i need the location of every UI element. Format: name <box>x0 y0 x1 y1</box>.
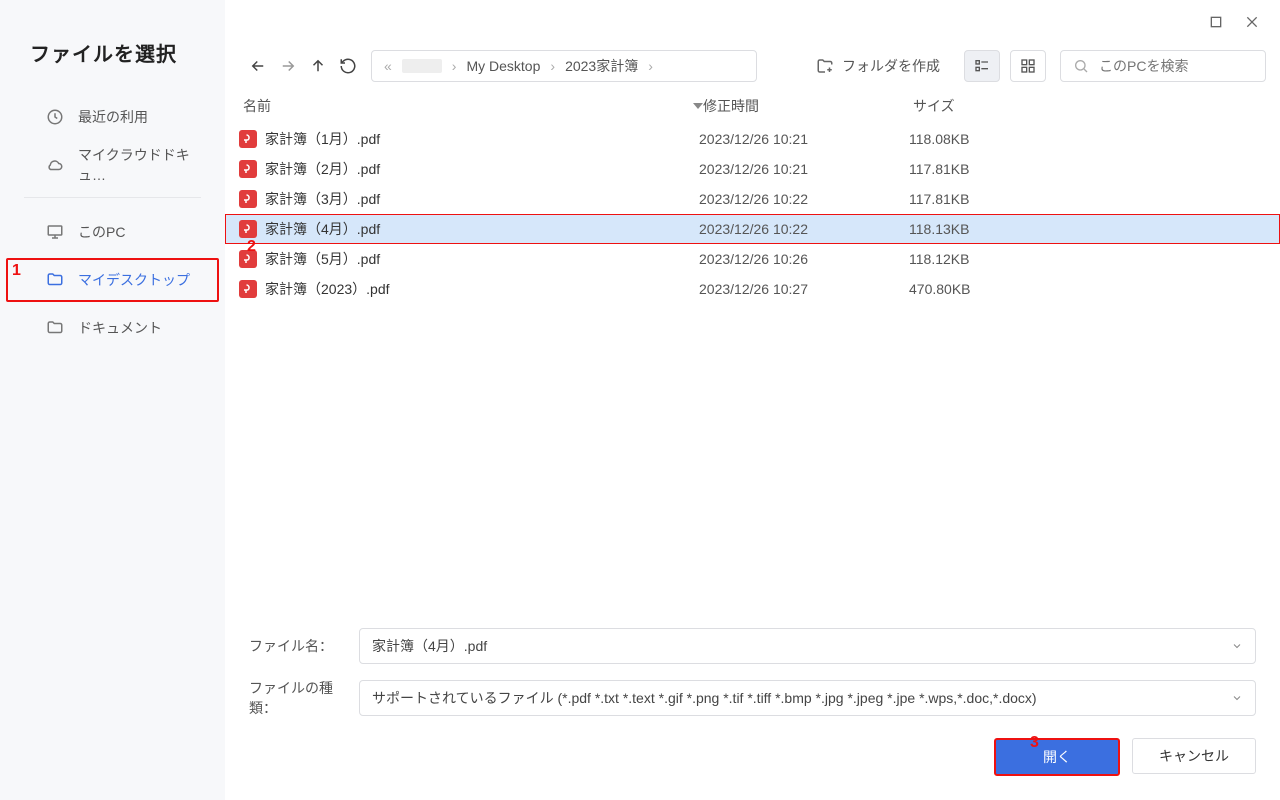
sidebar-item-label: このPC <box>78 222 125 242</box>
file-name: 家計簿（3月）.pdf <box>265 189 380 209</box>
filetype-label: ファイルの種類： <box>249 678 359 718</box>
view-list-button[interactable] <box>964 50 1000 82</box>
chevron-right-icon: › <box>452 58 457 74</box>
grid-view-icon <box>1020 58 1036 74</box>
view-grid-button[interactable] <box>1010 50 1046 82</box>
file-size: 117.81KB <box>909 161 1266 177</box>
column-size[interactable]: サイズ <box>913 96 1266 116</box>
filename-value: 家計簿（4月）.pdf <box>372 636 487 656</box>
pdf-icon <box>239 190 257 208</box>
folder-icon <box>46 319 64 337</box>
close-icon[interactable] <box>1244 14 1260 30</box>
nav-arrows <box>239 57 367 75</box>
chevron-right-icon: › <box>550 58 555 74</box>
file-size: 118.13KB <box>909 221 1266 237</box>
folder-icon <box>46 271 64 289</box>
file-time: 2023/12/26 10:27 <box>699 281 909 297</box>
clock-icon <box>46 108 64 126</box>
file-row[interactable]: 家計簿（2023）.pdf 2023/12/26 10:27470.80KB <box>225 274 1280 304</box>
sidebar-item-documents[interactable]: ドキュメント <box>6 306 219 350</box>
file-row[interactable]: 家計簿（4月）.pdf 2023/12/26 10:22118.13KB <box>225 214 1280 244</box>
filename-label: ファイル名： <box>249 636 359 656</box>
chevron-down-icon <box>1231 692 1243 704</box>
maximize-icon[interactable] <box>1208 14 1224 30</box>
sidebar: ファイルを選択 最近の利用 マイクラウドドキュ… このPC マイデスクトップ ド… <box>0 0 225 800</box>
forward-icon[interactable] <box>279 57 297 75</box>
file-row[interactable]: 家計簿（1月）.pdf 2023/12/26 10:21118.08KB <box>225 124 1280 154</box>
dialog-title: ファイルを選択 <box>0 24 225 91</box>
back-icon[interactable] <box>249 57 267 75</box>
sidebar-item-label: マイクラウドドキュ… <box>78 145 199 185</box>
chevron-right-icon: › <box>648 58 653 74</box>
pdf-icon <box>239 280 257 298</box>
up-icon[interactable] <box>309 57 327 75</box>
search-input[interactable] <box>1097 57 1231 75</box>
toolbar: « › My Desktop › 2023家計簿 › フォルダを作成 <box>225 44 1280 88</box>
column-time[interactable]: 修正時間 <box>703 96 913 116</box>
file-open-dialog: ファイルを選択 最近の利用 マイクラウドドキュ… このPC マイデスクトップ ド… <box>0 0 1280 800</box>
pdf-icon <box>239 130 257 148</box>
sidebar-item-label: 最近の利用 <box>78 107 148 127</box>
filename-field[interactable]: 家計簿（4月）.pdf <box>359 628 1256 664</box>
refresh-icon[interactable] <box>339 57 357 75</box>
sidebar-item-label: マイデスクトップ <box>78 270 190 290</box>
breadcrumb-prefix: « <box>384 58 392 74</box>
main-panel: « › My Desktop › 2023家計簿 › フォルダを作成 <box>225 0 1280 800</box>
breadcrumb-blurred-segment <box>402 59 442 73</box>
new-folder-label: フォルダを作成 <box>842 56 940 76</box>
monitor-icon <box>46 223 64 241</box>
file-size: 470.80KB <box>909 281 1266 297</box>
sidebar-item-cloud[interactable]: マイクラウドドキュ… <box>6 143 219 187</box>
breadcrumb-segment[interactable]: 2023家計簿 <box>565 56 638 76</box>
sidebar-item-recent[interactable]: 最近の利用 <box>6 95 219 139</box>
pdf-icon <box>239 160 257 178</box>
file-name: 家計簿（2月）.pdf <box>265 159 380 179</box>
breadcrumb-segment[interactable]: My Desktop <box>466 58 540 74</box>
file-time: 2023/12/26 10:26 <box>699 251 909 267</box>
sidebar-divider <box>24 197 201 198</box>
file-name: 家計簿（4月）.pdf <box>265 219 380 239</box>
search-box[interactable] <box>1060 50 1266 82</box>
column-name[interactable]: 名前 <box>239 96 703 116</box>
search-icon <box>1073 58 1089 74</box>
file-size: 118.12KB <box>909 251 1266 267</box>
new-folder-icon <box>816 57 834 75</box>
file-name: 家計簿（2023）.pdf <box>265 279 390 299</box>
sort-desc-icon <box>693 103 703 109</box>
column-headers: 名前 修正時間 サイズ <box>225 88 1280 124</box>
file-time: 2023/12/26 10:21 <box>699 161 909 177</box>
new-folder-button[interactable]: フォルダを作成 <box>802 56 954 76</box>
chevron-down-icon <box>1231 640 1243 652</box>
callout-1: 1 <box>12 262 21 280</box>
file-row[interactable]: 家計簿（5月）.pdf 2023/12/26 10:26118.12KB <box>225 244 1280 274</box>
file-row[interactable]: 家計簿（3月）.pdf 2023/12/26 10:22117.81KB <box>225 184 1280 214</box>
file-name: 家計簿（1月）.pdf <box>265 129 380 149</box>
file-time: 2023/12/26 10:21 <box>699 131 909 147</box>
breadcrumb[interactable]: « › My Desktop › 2023家計簿 › <box>371 50 757 82</box>
titlebar <box>225 0 1280 44</box>
file-list: 名前 修正時間 サイズ 家計簿（1月）.pdf2023/12/26 10:211… <box>225 88 1280 608</box>
open-button[interactable]: 開く <box>994 738 1120 776</box>
file-size: 118.08KB <box>909 131 1266 147</box>
filetype-field[interactable]: サポートされているファイル (*.pdf *.txt *.text *.gif … <box>359 680 1256 716</box>
file-size: 117.81KB <box>909 191 1266 207</box>
file-time: 2023/12/26 10:22 <box>699 191 909 207</box>
file-row[interactable]: 家計簿（2月）.pdf 2023/12/26 10:21117.81KB <box>225 154 1280 184</box>
callout-2: 2 <box>247 238 256 256</box>
sidebar-item-thispc[interactable]: このPC <box>6 210 219 254</box>
file-time: 2023/12/26 10:22 <box>699 221 909 237</box>
callout-3: 3 <box>1030 734 1039 752</box>
cancel-button[interactable]: キャンセル <box>1132 738 1256 774</box>
pdf-icon <box>239 220 257 238</box>
list-view-icon <box>974 58 990 74</box>
sidebar-item-desktop[interactable]: マイデスクトップ <box>6 258 219 302</box>
sidebar-item-label: ドキュメント <box>78 318 162 338</box>
cloud-icon <box>46 156 64 174</box>
bottom-panel: ファイル名： 家計簿（4月）.pdf ファイルの種類： サポートされているファイ… <box>225 608 1280 800</box>
file-name: 家計簿（5月）.pdf <box>265 249 380 269</box>
filetype-value: サポートされているファイル (*.pdf *.txt *.text *.gif … <box>372 688 1037 708</box>
